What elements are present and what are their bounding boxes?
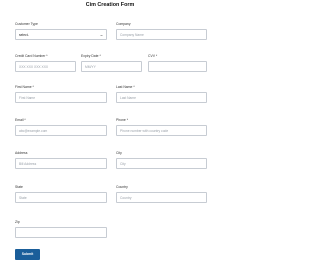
submit-button[interactable]: Submit	[15, 249, 40, 260]
address-placeholder: Bill Address	[19, 162, 37, 166]
credit-card-placeholder: XXX XXX XXX XXX	[19, 65, 49, 69]
expiry-date-input[interactable]: MM/YY	[81, 61, 142, 72]
cvv-label: CVV *	[148, 54, 158, 58]
expiry-date-label: Expiry Date *	[81, 54, 101, 58]
last-name-placeholder: Last Name	[120, 96, 136, 100]
customer-type-value: select-	[19, 33, 29, 37]
city-label: City	[116, 151, 122, 155]
last-name-label: Last Name *	[116, 85, 135, 89]
email-input[interactable]: abc@example.com	[15, 125, 107, 136]
address-input[interactable]: Bill Address	[15, 158, 107, 169]
chevron-down-icon	[100, 34, 103, 36]
phone-label: Phone *	[116, 118, 129, 122]
zip-label: Zip	[15, 220, 20, 224]
email-placeholder: abc@example.com	[19, 129, 48, 133]
state-label: State	[15, 185, 23, 189]
first-name-placeholder: First Name	[19, 96, 36, 100]
expiry-date-placeholder: MM/YY	[85, 65, 96, 69]
country-label: Country	[116, 185, 128, 189]
state-placeholder: State	[19, 196, 27, 200]
city-input[interactable]: City	[116, 158, 207, 169]
state-input[interactable]: State	[15, 192, 107, 203]
cvv-input[interactable]	[148, 61, 207, 72]
first-name-label: First Name *	[15, 85, 34, 89]
customer-type-select[interactable]: select-	[15, 29, 107, 40]
credit-card-label: Credit Card Number *	[15, 54, 48, 58]
company-input[interactable]: Company Name	[116, 29, 207, 40]
address-label: Address	[15, 151, 28, 155]
company-placeholder: Company Name	[120, 33, 144, 37]
phone-input[interactable]: Phone number with country code	[116, 125, 207, 136]
customer-type-label: Customer Type	[15, 22, 38, 26]
first-name-input[interactable]: First Name	[15, 92, 107, 103]
company-label: Company	[116, 22, 131, 26]
country-input[interactable]: Country	[116, 192, 207, 203]
form-title: Cim Creation Form	[85, 2, 135, 8]
city-placeholder: City	[120, 162, 126, 166]
country-placeholder: Country	[120, 196, 132, 200]
last-name-input[interactable]: Last Name	[116, 92, 207, 103]
zip-input[interactable]	[15, 227, 107, 238]
email-label: Email *	[15, 118, 26, 122]
phone-placeholder: Phone number with country code	[120, 129, 169, 133]
credit-card-input[interactable]: XXX XXX XXX XXX	[15, 61, 76, 72]
